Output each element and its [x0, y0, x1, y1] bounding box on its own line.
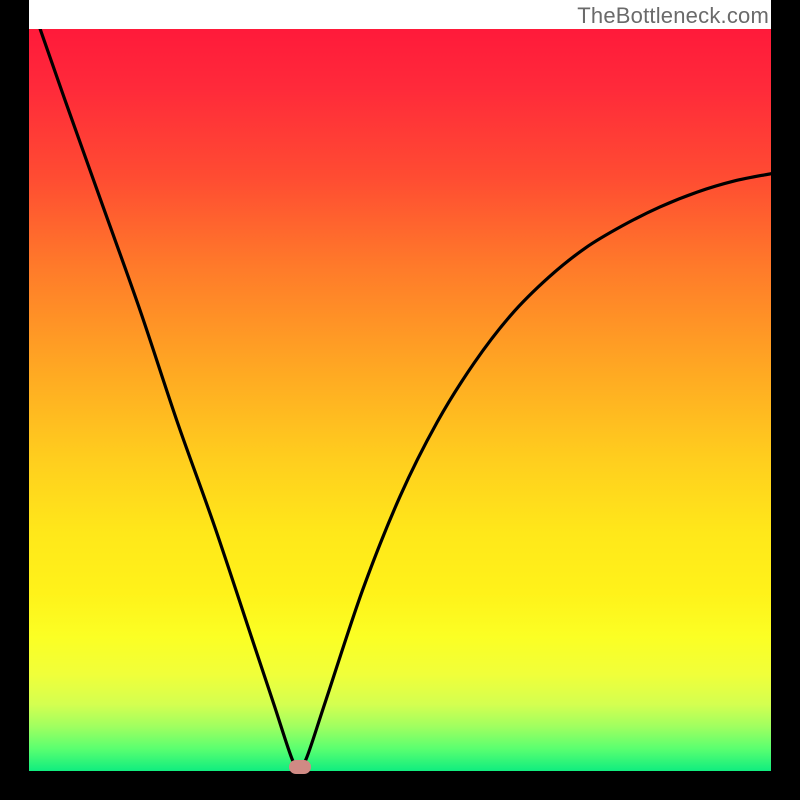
curve-layer — [29, 29, 771, 771]
bottleneck-curve — [40, 29, 771, 768]
min-marker — [289, 760, 311, 774]
watermark-label: TheBottleneck.com — [577, 3, 769, 29]
chart-frame: TheBottleneck.com — [0, 0, 800, 800]
